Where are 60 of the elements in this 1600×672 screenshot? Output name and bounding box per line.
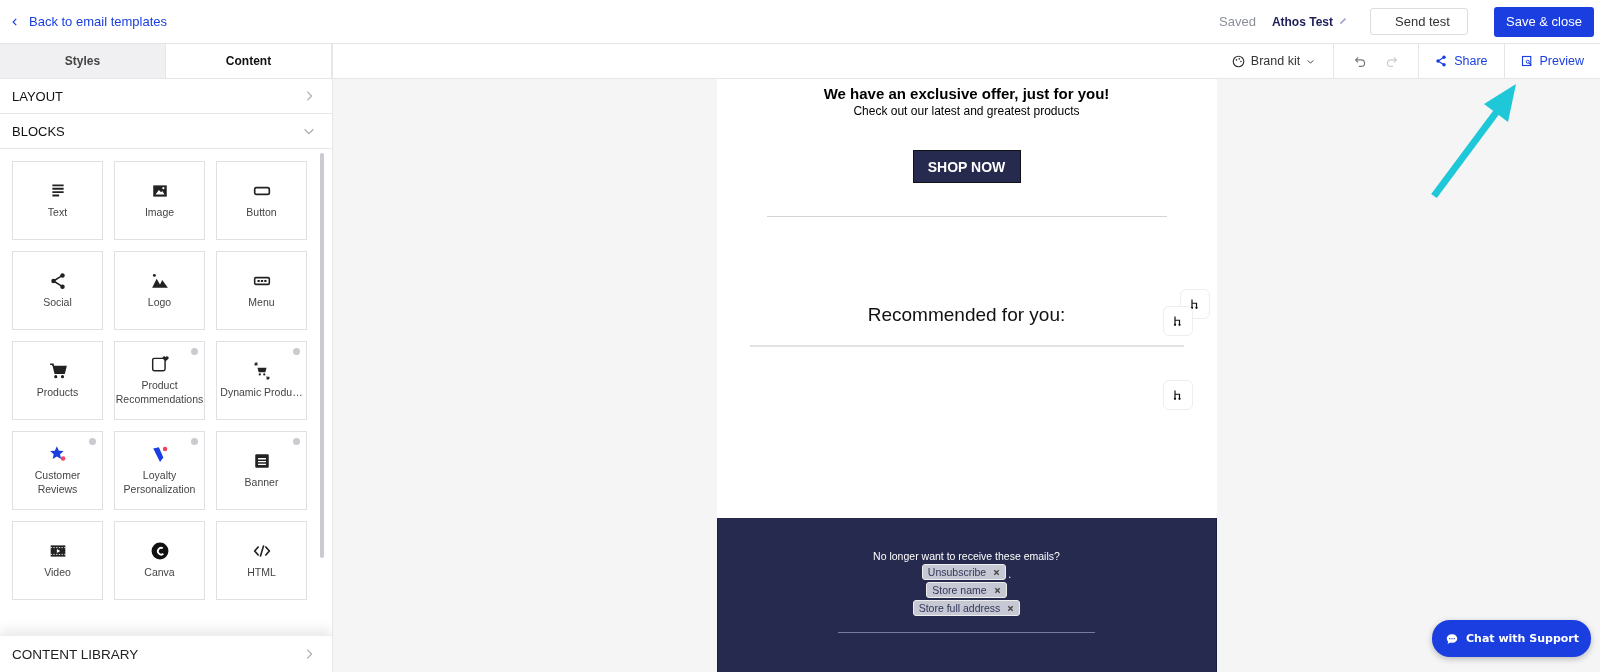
undo-icon[interactable]: [1354, 54, 1368, 68]
palette-icon: [1231, 54, 1245, 68]
block-handle[interactable]: [1162, 306, 1193, 336]
block-tile[interactable]: Dynamic Produ…: [216, 341, 307, 420]
star-icon: [48, 444, 67, 463]
back-link[interactable]: Back to email templates: [10, 14, 167, 29]
block-tile[interactable]: Loyalty Personalization: [114, 431, 205, 510]
section-header[interactable]: CONTENT LIBRARY: [0, 635, 332, 672]
section-header[interactable]: BLOCKS: [0, 114, 332, 149]
chat-bubble-icon: [1446, 632, 1458, 645]
block-tile[interactable]: Products: [12, 341, 103, 420]
preview-icon: [1520, 55, 1533, 67]
block-tile[interactable]: Banner: [216, 431, 307, 510]
close-icon[interactable]: [993, 568, 1001, 576]
block-tile[interactable]: Logo: [114, 251, 205, 330]
send-test-button[interactable]: Send test: [1370, 8, 1468, 35]
branch-icon: [1171, 389, 1184, 401]
section-title: Recommended for you:: [867, 304, 1066, 326]
chat-support-button[interactable]: Chat with Support: [1432, 620, 1591, 657]
cart-icon: [48, 361, 67, 380]
block-tile[interactable]: Social: [12, 251, 103, 330]
save-close-button[interactable]: Save & close: [1494, 6, 1594, 37]
block-tile[interactable]: Customer Reviews: [12, 431, 103, 510]
email-headline: We have an exclusive offer, just for you!: [822, 85, 1111, 102]
block-tile[interactable]: Button: [216, 161, 307, 240]
share-icon: [1435, 55, 1448, 67]
chevron-left-icon: [10, 16, 20, 27]
circle-swirl-icon: [150, 541, 169, 560]
close-icon[interactable]: [1007, 604, 1015, 612]
merge-tag[interactable]: Unsubscribe: [921, 564, 1007, 580]
punctuation: .: [1008, 568, 1012, 580]
scrollbar[interactable]: [320, 153, 324, 558]
branch-icon: [1188, 298, 1201, 310]
block-tile[interactable]: Video: [12, 521, 103, 600]
template-name: Athos Test: [1271, 14, 1333, 29]
share-icon: [48, 271, 67, 290]
preview-link[interactable]: Preview: [1504, 54, 1600, 68]
cart-arrows-icon: [252, 361, 271, 380]
block-tile[interactable]: Image: [114, 161, 205, 240]
save-status: Saved: [1219, 14, 1256, 29]
ribbon-icon: [150, 444, 169, 463]
section-header[interactable]: LAYOUT: [0, 79, 332, 114]
close-icon[interactable]: [993, 586, 1001, 594]
banner-icon: [252, 451, 271, 470]
email-subheadline: Check out our latest and greatest products: [852, 104, 1081, 118]
footer-text: No longer want to receive these emails?: [873, 550, 1060, 562]
merge-tag[interactable]: Store name: [926, 582, 1007, 598]
shop-now-button[interactable]: SHOP NOW: [912, 150, 1021, 183]
merge-tag[interactable]: Store full address: [912, 600, 1021, 616]
branch-icon: [1171, 315, 1184, 327]
block-tile[interactable]: HTML: [216, 521, 307, 600]
panel-tab[interactable]: Styles: [0, 44, 166, 78]
block-tile[interactable]: Product Recommendations: [114, 341, 205, 420]
brand-kit-dropdown[interactable]: Brand kit: [1231, 54, 1334, 68]
block-tile[interactable]: Text: [12, 161, 103, 240]
block-tile[interactable]: Canva: [114, 521, 205, 600]
block-handle[interactable]: [1162, 380, 1193, 410]
share-link[interactable]: Share: [1419, 54, 1504, 68]
block-tile[interactable]: Menu: [216, 251, 307, 330]
mountain-icon: [150, 271, 169, 290]
